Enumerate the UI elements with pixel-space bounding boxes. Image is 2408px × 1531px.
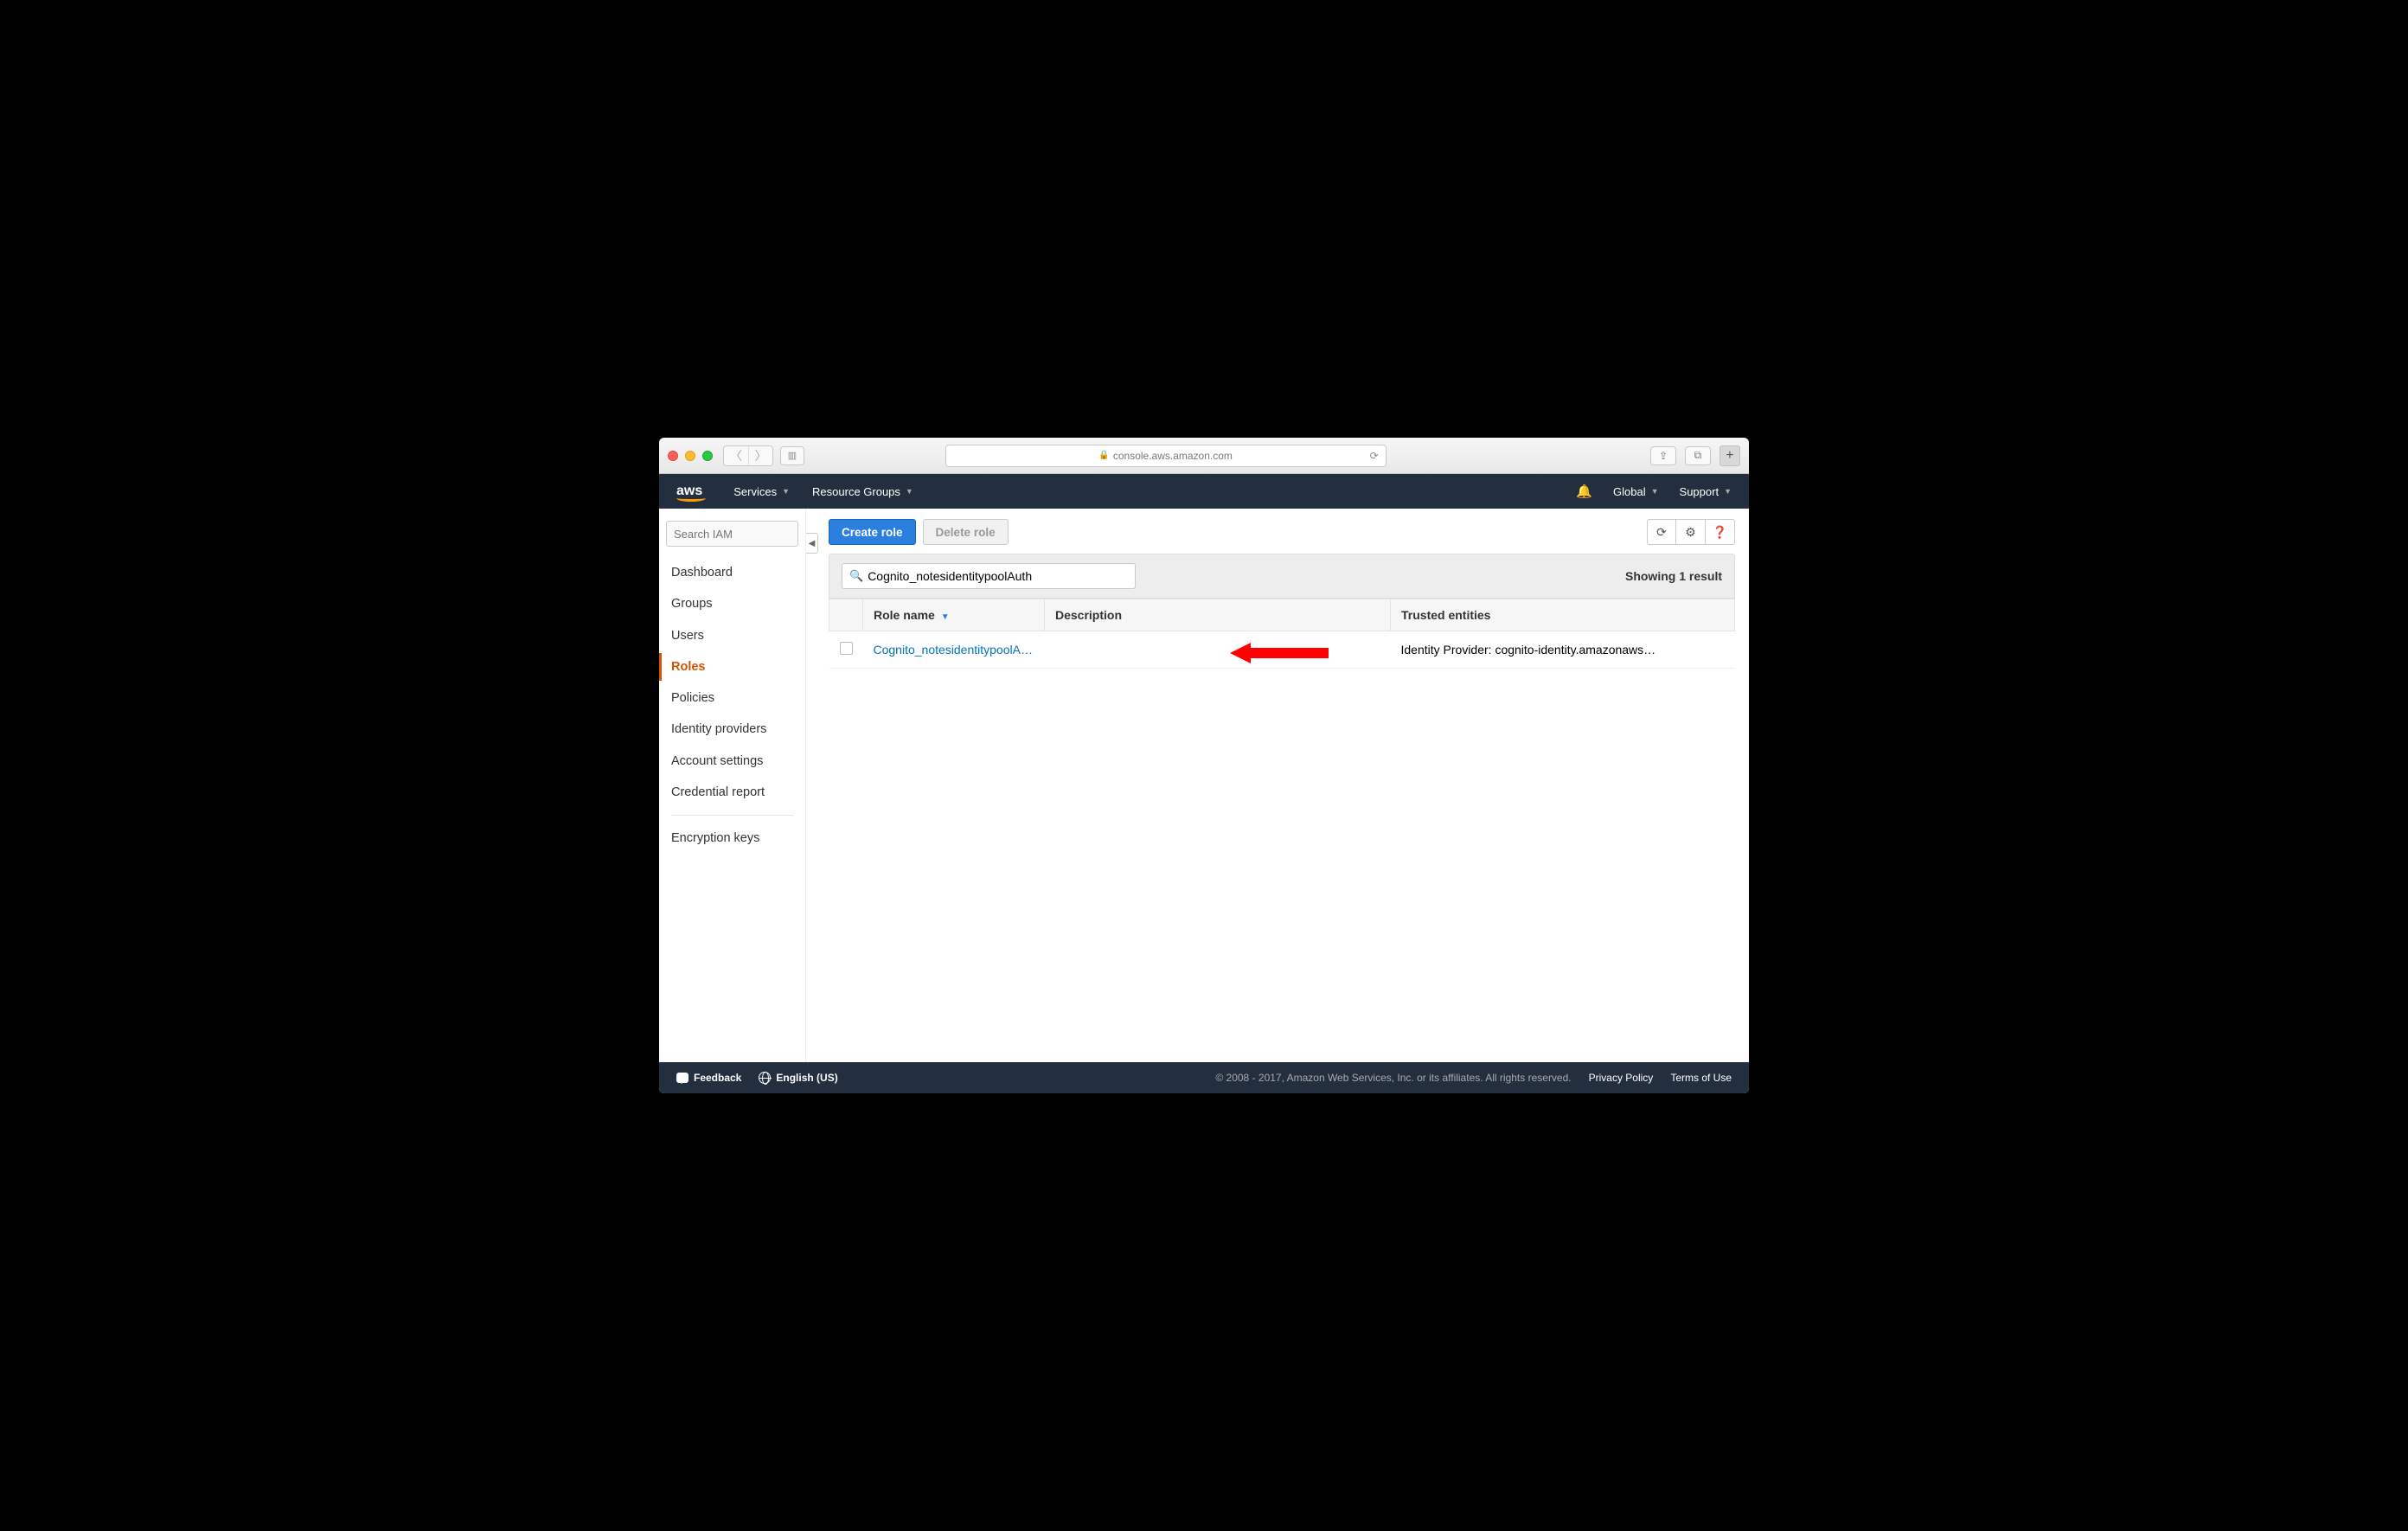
- language-label: English (US): [776, 1072, 837, 1084]
- filter-bar: 🔍 Showing 1 result: [829, 554, 1735, 599]
- show-sidebar-button[interactable]: ▥: [780, 446, 804, 465]
- support-menu[interactable]: Support ▼: [1680, 485, 1732, 498]
- nav-button-group: 〈 〉: [723, 445, 773, 466]
- browser-window: 〈 〉 ▥ 🔒 console.aws.amazon.com ⟳ ⇪ ⧉ + a…: [659, 438, 1749, 1093]
- refresh-button[interactable]: ⟳: [1647, 519, 1676, 545]
- sidebar-divider: [671, 815, 793, 816]
- resource-groups-menu[interactable]: Resource Groups ▼: [812, 485, 913, 498]
- tabs-button[interactable]: ⧉: [1685, 446, 1711, 465]
- browser-toolbar: 〈 〉 ▥ 🔒 console.aws.amazon.com ⟳ ⇪ ⧉ +: [659, 438, 1749, 474]
- sidebar-item-account-settings[interactable]: Account settings: [659, 747, 805, 775]
- address-bar[interactable]: 🔒 console.aws.amazon.com ⟳: [945, 445, 1387, 467]
- settings-button[interactable]: ⚙: [1676, 519, 1706, 545]
- main-panel: Create role Delete role ⟳ ⚙ ❓ 🔍 Showing …: [806, 509, 1749, 1062]
- resource-groups-label: Resource Groups: [812, 485, 900, 498]
- help-icon: ❓: [1713, 525, 1727, 540]
- sort-desc-icon: ▼: [941, 612, 950, 622]
- region-menu[interactable]: Global ▼: [1613, 485, 1659, 498]
- table-row[interactable]: Cognito_notesidentitypoolA… Identity Pro…: [829, 631, 1735, 669]
- chevron-down-icon: ▼: [906, 487, 913, 496]
- aws-footer: Feedback English (US) © 2008 - 2017, Ama…: [659, 1062, 1749, 1093]
- chevron-down-icon: ▼: [1724, 487, 1732, 496]
- sidebar: Dashboard Groups Users Roles Policies Id…: [659, 509, 806, 1062]
- window-controls: [668, 451, 713, 461]
- copyright-text: © 2008 - 2017, Amazon Web Services, Inc.…: [1215, 1072, 1571, 1084]
- create-role-button[interactable]: Create role: [829, 519, 916, 545]
- new-tab-button[interactable]: +: [1720, 445, 1740, 466]
- sidebar-item-users[interactable]: Users: [659, 622, 805, 650]
- chevron-down-icon: ▼: [1651, 487, 1659, 496]
- chevron-down-icon: ▼: [782, 487, 790, 496]
- delete-role-button: Delete role: [923, 519, 1009, 545]
- globe-icon: [759, 1072, 771, 1084]
- region-label: Global: [1613, 485, 1646, 498]
- share-button[interactable]: ⇪: [1650, 446, 1676, 465]
- gear-icon: ⚙: [1685, 525, 1696, 540]
- role-search-input[interactable]: [868, 569, 1128, 583]
- reload-icon[interactable]: ⟳: [1370, 450, 1379, 462]
- terms-of-use-link[interactable]: Terms of Use: [1670, 1072, 1732, 1084]
- maximize-window-button[interactable]: [702, 451, 713, 461]
- forward-button[interactable]: 〉: [748, 446, 772, 465]
- aws-logo[interactable]: aws: [676, 484, 702, 499]
- feedback-link[interactable]: Feedback: [676, 1072, 741, 1084]
- column-role-name-label: Role name: [874, 608, 935, 622]
- feedback-label: Feedback: [694, 1072, 741, 1084]
- toolbar-icon-group: ⟳ ⚙ ❓: [1647, 519, 1735, 545]
- row-description: [1045, 631, 1391, 669]
- lock-icon: 🔒: [1098, 451, 1109, 460]
- role-name-link[interactable]: Cognito_notesidentitypoolA…: [874, 643, 1033, 657]
- column-trusted-entities[interactable]: Trusted entities: [1391, 599, 1735, 631]
- support-label: Support: [1680, 485, 1720, 498]
- aws-header: aws Services ▼ Resource Groups ▼ 🔔 Globa…: [659, 474, 1749, 509]
- sidebar-item-credential-report[interactable]: Credential report: [659, 778, 805, 806]
- column-description[interactable]: Description: [1045, 599, 1391, 631]
- close-window-button[interactable]: [668, 451, 678, 461]
- search-icon: 🔍: [849, 569, 863, 583]
- sidebar-item-roles[interactable]: Roles: [659, 653, 805, 681]
- row-checkbox[interactable]: [840, 642, 853, 655]
- roles-table: Role name ▼ Description Trusted entities…: [829, 599, 1735, 669]
- help-button[interactable]: ❓: [1706, 519, 1735, 545]
- back-button[interactable]: 〈: [724, 446, 748, 465]
- url-text: console.aws.amazon.com: [1113, 450, 1233, 462]
- speech-bubble-icon: [676, 1073, 688, 1083]
- services-label: Services: [733, 485, 777, 498]
- action-toolbar: Create role Delete role ⟳ ⚙ ❓: [829, 519, 1735, 545]
- privacy-policy-link[interactable]: Privacy Policy: [1589, 1072, 1654, 1084]
- row-trusted-entities: Identity Provider: cognito-identity.amaz…: [1391, 631, 1735, 669]
- language-selector[interactable]: English (US): [759, 1072, 837, 1084]
- services-menu[interactable]: Services ▼: [733, 485, 790, 498]
- sidebar-item-encryption-keys[interactable]: Encryption keys: [659, 824, 805, 852]
- sidebar-item-groups[interactable]: Groups: [659, 590, 805, 618]
- column-checkbox: [829, 599, 863, 631]
- notifications-icon[interactable]: 🔔: [1576, 484, 1592, 499]
- minimize-window-button[interactable]: [685, 451, 695, 461]
- search-iam-input[interactable]: [666, 521, 798, 547]
- column-role-name[interactable]: Role name ▼: [863, 599, 1045, 631]
- role-search-box[interactable]: 🔍: [842, 563, 1136, 589]
- content-area: Dashboard Groups Users Roles Policies Id…: [659, 509, 1749, 1062]
- result-count: Showing 1 result: [1625, 569, 1722, 583]
- sidebar-item-policies[interactable]: Policies: [659, 684, 805, 712]
- sidebar-item-dashboard[interactable]: Dashboard: [659, 559, 805, 586]
- refresh-icon: ⟳: [1656, 525, 1667, 540]
- sidebar-item-identity-providers[interactable]: Identity providers: [659, 715, 805, 743]
